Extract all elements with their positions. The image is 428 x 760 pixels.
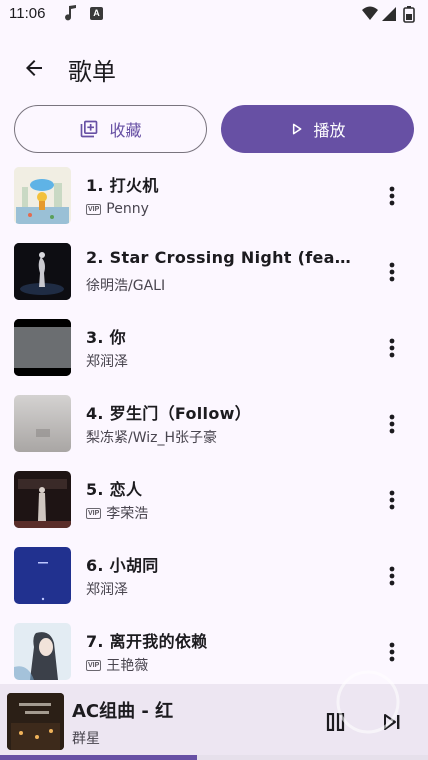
more-options-button[interactable] (378, 408, 406, 440)
song-subtitle: 梨冻紧/Wiz_H张子豪 (86, 428, 217, 446)
song-row[interactable]: 1. 打火机 VIP Penny (0, 158, 428, 234)
song-row[interactable]: 4. 罗生门（Follow） 梨冻紧/Wiz_H张子豪 (0, 386, 428, 462)
song-row[interactable]: 5. 恋人 VIP 李荣浩 (0, 462, 428, 538)
song-list: 1. 打火机 VIP Penny 2. Star Crossing Night … (0, 158, 428, 684)
more-options-button[interactable] (378, 560, 406, 592)
more-options-button[interactable] (378, 180, 406, 212)
mini-player-artist: 群星 (72, 731, 100, 747)
album-cover (14, 167, 71, 224)
song-title: 7. 离开我的依赖 (86, 632, 208, 651)
song-row[interactable]: 2. Star Crossing Night (feat. GALI) 徐明浩/… (0, 234, 428, 310)
vip-badge: VIP (86, 659, 102, 671)
vip-badge: VIP (86, 507, 102, 519)
top-app-bar: 歌单 (0, 40, 428, 96)
play-all-button-label: 播放 (313, 121, 346, 140)
album-cover (14, 623, 71, 680)
song-title: 4. 罗生门（Follow） (86, 404, 251, 423)
song-subtitle: VIP 王艳薇 (86, 656, 148, 674)
song-artist: 徐明浩/GALI (86, 278, 166, 294)
playback-progress-fill (0, 755, 197, 760)
arrow-left-icon (26, 60, 42, 76)
vip-badge: VIP (86, 203, 102, 215)
song-subtitle: VIP 李荣浩 (86, 504, 148, 522)
status-time: 11:06 (9, 5, 46, 22)
song-title: 1. 打火机 (86, 176, 159, 195)
play-all-button[interactable]: 播放 (221, 105, 414, 153)
mini-player-title: AC组曲 - 红 (72, 701, 174, 722)
more-vertical-icon (389, 338, 395, 358)
status-bar: 11:06 A (0, 0, 428, 30)
song-subtitle: 徐明浩/GALI (86, 276, 165, 294)
song-title: 5. 恋人 (86, 480, 143, 499)
song-artist: 郑润泽 (86, 354, 128, 370)
more-vertical-icon (389, 186, 395, 206)
song-row[interactable]: 6. 小胡同 郑润泽 (0, 538, 428, 614)
favorite-button-label: 收藏 (109, 121, 142, 140)
more-options-button[interactable] (378, 332, 406, 364)
mini-player-cover (7, 693, 64, 750)
album-cover (14, 547, 71, 604)
more-options-button[interactable] (378, 484, 406, 516)
album-cover (14, 395, 71, 452)
song-artist: 王艳薇 (106, 658, 149, 674)
song-subtitle: 郑润泽 (86, 352, 128, 370)
more-vertical-icon (389, 262, 395, 282)
song-artist: 梨冻紧/Wiz_H张子豪 (86, 430, 218, 446)
library-add-icon (81, 120, 98, 138)
song-title: 2. Star Crossing Night (feat. GALI) (86, 248, 354, 267)
song-subtitle: VIP Penny (86, 200, 149, 218)
signal-icon (382, 7, 396, 21)
favorite-button[interactable]: 收藏 (14, 105, 207, 153)
more-options-button[interactable] (378, 256, 406, 288)
album-cover (14, 319, 71, 376)
song-row[interactable]: 3. 你 郑润泽 (0, 310, 428, 386)
app-a-icon: A (90, 7, 103, 20)
more-vertical-icon (389, 566, 395, 586)
more-vertical-icon (389, 490, 395, 510)
album-cover (14, 243, 71, 300)
status-right-icons (362, 6, 415, 23)
play-icon (293, 123, 302, 135)
wifi-icon (362, 6, 378, 20)
page-title: 歌单 (68, 58, 116, 86)
song-artist: Penny (106, 201, 149, 217)
music-note-icon (65, 5, 76, 21)
more-vertical-icon (389, 414, 395, 434)
album-cover (14, 471, 71, 528)
song-artist: 李荣浩 (106, 506, 149, 522)
song-title: 6. 小胡同 (86, 556, 159, 575)
back-button[interactable] (16, 50, 52, 86)
song-artist: 郑润泽 (86, 582, 128, 598)
battery-icon (403, 6, 415, 23)
song-subtitle: 郑润泽 (86, 580, 128, 598)
song-title: 3. 你 (86, 328, 126, 347)
